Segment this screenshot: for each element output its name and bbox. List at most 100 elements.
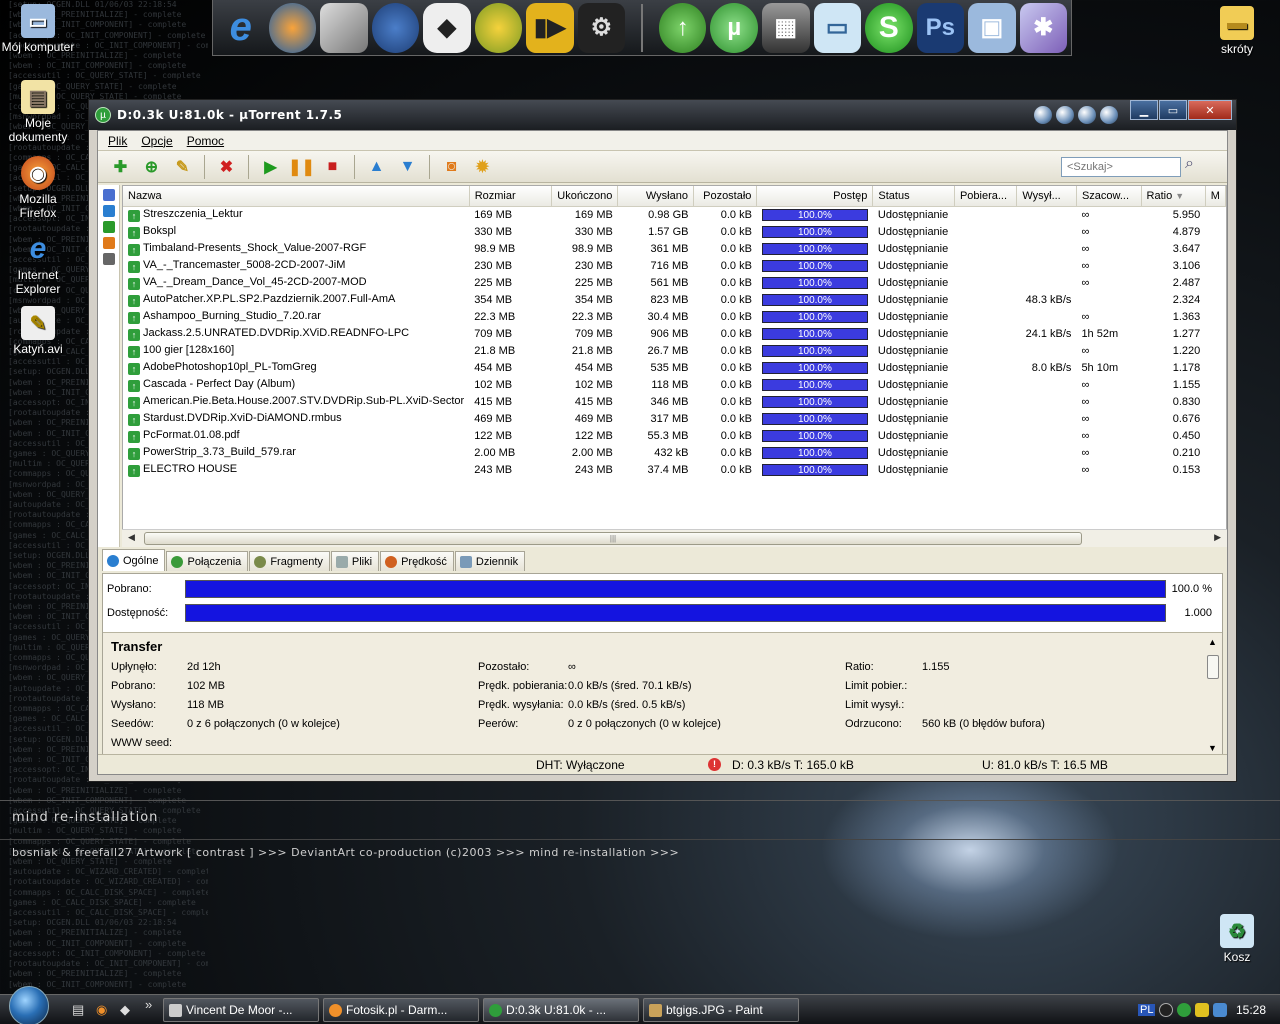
window-titlebar[interactable]: µ D:0.3k U:81.0k - µTorrent 1.7.5 ▁ ▭ ✕	[89, 100, 1236, 130]
move-down-icon[interactable]: ▼	[393, 154, 422, 180]
skype-icon[interactable]: S	[865, 2, 913, 53]
table-row[interactable]: ↑ Jackass.2.5.UNRATED.DVDRip.XViD.READNFO…	[123, 325, 1226, 342]
files-icon[interactable]	[320, 2, 368, 53]
task-paint[interactable]: btgigs.JPG - Paint	[643, 998, 799, 1022]
all-torrents-icon[interactable]	[102, 189, 115, 201]
titlebar-globe-icon[interactable]	[1078, 106, 1096, 124]
table-row[interactable]: ↑ Stardust.DVDRip.XviD-DiAMOND.rmbus 469 M…	[123, 410, 1226, 427]
chat-icon[interactable]: ▭	[813, 2, 862, 53]
transfer-scrollbar[interactable]: ▲ ▼	[1206, 637, 1220, 753]
scrollbar-thumb[interactable]	[1207, 655, 1219, 679]
language-indicator[interactable]: PL	[1138, 1004, 1156, 1016]
table-row[interactable]: ↑ AdobePhotoshop10pl_PL-TomGreg 454 MB 454 …	[123, 359, 1226, 376]
search-input[interactable]	[1061, 157, 1181, 177]
downloading-icon[interactable]	[102, 205, 115, 217]
alien-icon[interactable]: ◆	[423, 2, 471, 53]
column-eta[interactable]: Szacow...	[1076, 186, 1142, 207]
gaim-icon[interactable]	[474, 2, 523, 53]
scroll-down-icon[interactable]: ▼	[1208, 743, 1217, 753]
tab-log[interactable]: Dziennik	[454, 551, 526, 571]
table-row[interactable]: ↑ Streszczenia_Lektur 169 MB 169 MB 0.98 GB 0…	[123, 206, 1226, 223]
table-row[interactable]: ↑ American.Pie.Beta.House.2007.STV.DVDRip…	[123, 393, 1226, 410]
move-up-icon[interactable]: ▲	[362, 154, 391, 180]
monitor-icon[interactable]: ▣	[968, 2, 1016, 53]
table-row[interactable]: ↑ Timbaland-Presents_Shock_Value-2007-RGF…	[123, 240, 1226, 257]
table-row[interactable]: ↑ Bokspl 330 MB 330 MB 1.57 GB 0.0 kB 100.0% Ud…	[123, 223, 1226, 240]
table-row[interactable]: ↑ VA_-_Trancemaster_5008-2CD-2007-JiM 230 …	[123, 257, 1226, 274]
table-row[interactable]: ↑ Ashampoo_Burning_Studio_7.20.rar 22.3 MB…	[123, 308, 1226, 325]
column-progress[interactable]: Postęp	[756, 186, 874, 207]
desktop-icon-internet-explorer[interactable]: e Internet Explorer	[0, 232, 76, 296]
quicklaunch-desktop-icon[interactable]: ▤	[72, 1002, 84, 1018]
column-extra[interactable]: M	[1205, 186, 1226, 207]
titlebar-play-icon[interactable]	[1034, 106, 1052, 124]
desktop-icon-katyn-avi[interactable]: ✎ Katyń.avi	[0, 306, 76, 356]
column-name[interactable]: Nazwa	[123, 186, 470, 207]
scroll-up-icon[interactable]: ▲	[1208, 637, 1217, 647]
inactive-icon[interactable]	[102, 253, 115, 265]
tray-arrow-icon[interactable]	[1159, 1003, 1174, 1017]
tray-shield-icon[interactable]	[1195, 1003, 1210, 1017]
quicklaunch-more-chevron[interactable]: »	[145, 997, 152, 1012]
photoshop-icon[interactable]: Ps	[916, 2, 965, 53]
scroll-left-icon[interactable]: ◀	[128, 532, 135, 543]
stop-icon[interactable]: ■	[318, 154, 347, 180]
add-torrent-icon[interactable]: ✚	[106, 154, 135, 180]
table-row[interactable]: ↑ ELECTRO HOUSE 243 MB 243 MB 37.4 MB 0.0 kB 1…	[123, 461, 1226, 478]
desktop-icon-my-computer[interactable]: ▭ Mój komputer	[0, 4, 76, 54]
column-status[interactable]: Status	[872, 186, 955, 207]
desktop-icon-firefox[interactable]: ◉ Mozilla Firefox	[0, 156, 76, 220]
network-warning-icon[interactable]: !	[708, 758, 721, 771]
tab-peers[interactable]: Połączenia	[166, 551, 249, 571]
task-winamp[interactable]: Vincent De Moor -...	[163, 998, 319, 1022]
settings-icon[interactable]: ✱	[1019, 2, 1068, 53]
task-firefox[interactable]: Fotosik.pl - Darm...	[323, 998, 479, 1022]
start-button[interactable]	[4, 986, 54, 1024]
film-icon[interactable]: ▦	[761, 2, 810, 53]
menu-file[interactable]: Plik	[108, 134, 127, 148]
table-row[interactable]: ↑ AutoPatcher.XP.PL.SP2.Pazdziernik.2007.…	[123, 291, 1226, 308]
add-url-icon[interactable]: ⊕	[137, 154, 166, 180]
download-icon[interactable]: ↑	[658, 2, 707, 53]
column-done[interactable]: Ukończono	[551, 186, 619, 207]
table-row[interactable]: ↑ 100 gier [128x160] 21.8 MB 21.8 MB 26.7 MB…	[123, 342, 1226, 359]
pause-icon[interactable]: ❚❚	[287, 154, 316, 180]
scroll-right-icon[interactable]: ▶	[1214, 532, 1221, 543]
tray-network-icon[interactable]	[1213, 1003, 1228, 1017]
titlebar-globe-icon[interactable]	[1056, 106, 1074, 124]
column-down-speed[interactable]: Pobiera...	[954, 186, 1018, 207]
active-icon[interactable]	[102, 237, 115, 249]
rss-icon[interactable]: ◙	[437, 154, 466, 180]
table-row[interactable]: ↑ PowerStrip_3.73_Build_579.rar 2.00 MB 2.0…	[123, 444, 1226, 461]
titlebar-globe-icon[interactable]	[1100, 106, 1118, 124]
ie-icon[interactable]: e	[217, 3, 265, 53]
maximize-button[interactable]: ▭	[1159, 100, 1187, 120]
start-icon[interactable]: ▶	[256, 154, 285, 180]
quicklaunch-alien-icon[interactable]: ◆	[120, 1002, 130, 1018]
clock[interactable]: 15:28	[1236, 1003, 1266, 1017]
desktop-icon-my-documents[interactable]: ▤ Moje dokumenty	[0, 80, 76, 144]
horizontal-scrollbar[interactable]: ◀ ||| ▶	[122, 529, 1227, 547]
table-row[interactable]: ↑ Cascada - Perfect Day (Album) 102 MB 102 …	[123, 376, 1226, 393]
table-row[interactable]: ↑ VA_-_Dream_Dance_Vol_45-2CD-2007-MOD 225…	[123, 274, 1226, 291]
thunderbird-icon[interactable]	[371, 2, 420, 53]
utorrent-icon[interactable]: µ	[710, 2, 758, 53]
scrollbar-thumb[interactable]: |||	[144, 532, 1082, 545]
task-utorrent[interactable]: D:0.3k U:81.0k - ...	[483, 998, 639, 1022]
search-icon[interactable]: ⌕	[1185, 155, 1207, 177]
minimize-button[interactable]: ▁	[1130, 100, 1158, 120]
tab-general[interactable]: Ogólne	[102, 549, 166, 571]
preferences-icon[interactable]: ✹	[468, 154, 497, 180]
close-button[interactable]: ✕	[1188, 100, 1232, 120]
table-row[interactable]: ↑ PcFormat.01.08.pdf 122 MB 122 MB 55.3 MB 0.…	[123, 427, 1226, 444]
column-uploaded[interactable]: Wysłano	[617, 186, 694, 207]
tab-pieces[interactable]: Fragmenty	[249, 551, 330, 571]
column-remaining[interactable]: Pozostało	[693, 186, 758, 207]
completed-icon[interactable]	[102, 221, 115, 233]
tab-speed[interactable]: Prędkość	[380, 551, 454, 571]
remove-icon[interactable]: ✖	[212, 154, 241, 180]
tray-utorrent-icon[interactable]	[1177, 1003, 1192, 1017]
player-icon[interactable]: ▮▶	[526, 2, 574, 53]
menu-help[interactable]: Pomoc	[187, 134, 224, 148]
desktop-icon-shortcuts-folder[interactable]: ▬ skróty	[1199, 6, 1275, 56]
